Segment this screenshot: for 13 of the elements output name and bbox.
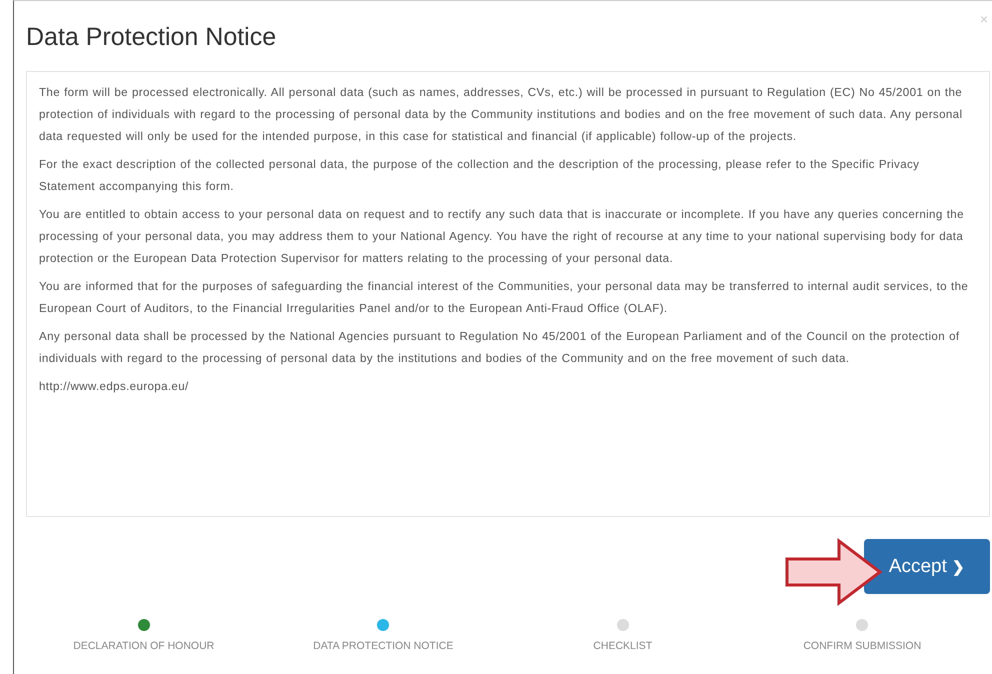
dialog-title: Data Protection Notice bbox=[26, 23, 276, 52]
notice-paragraph: You are entitled to obtain access to your personal data on request and to rectify any such data that is inaccurate or incomplete. If you have any queries concerning the processing of your personal data, you may address them to your National Agency. You have the right of recourse at any time to your national supervising body for data protection or the European Data Protection Supervisor for matters relating to the processing of your personal data. bbox=[39, 207, 965, 267]
notice-paragraph: Any personal data shall be processed by the National Agencies pursuant to Regulation No 45/2001 of the European Parliament and of the Council on the protection of individuals with regard to the processing of personal data by the institutions and bodies of the Community and on the free movement of such data. bbox=[39, 329, 960, 367]
arrow-icon bbox=[784, 537, 884, 607]
step-label: CHECKLIST bbox=[593, 640, 652, 652]
notice-paragraph: You are informed that for the purposes of safeguarding the financial interest of the Communities, your personal data may be transferred to internal audit services, to the European Court of Auditors, to the Financial Irregularities Panel and/or to the European Anti-Fraud Office (OLAF). bbox=[39, 279, 970, 317]
notice-paragraph: The form will be processed electronically. All personal data (such as names, addresses, CVs, etc.) will be processed in pursuant to Regulation (EC) No 45/2001 on the protection of individuals with regard to the processing of personal data by the Community institutions and bodies and on the free movement of such data. Any personal data requested will only be used for the intended purpose, in this case for statistical and financial (if applicable) follow-up of the projects. bbox=[39, 85, 964, 145]
privacy-link[interactable]: http://www.edps.europa.eu/ bbox=[39, 380, 189, 393]
step-label: DECLARATION OF HONOUR bbox=[73, 640, 214, 652]
step-label: DATA PROTECTION NOTICE bbox=[313, 640, 454, 652]
step-label: CONFIRM SUBMISSION bbox=[803, 640, 922, 652]
accept-button[interactable]: Accept ❯ bbox=[864, 539, 990, 594]
notice-paragraph: For the exact description of the collected personal data, the purpose of the collection and the description of the processing, please refer to the Specific Privacy Statement accompanying this form. bbox=[39, 157, 920, 195]
